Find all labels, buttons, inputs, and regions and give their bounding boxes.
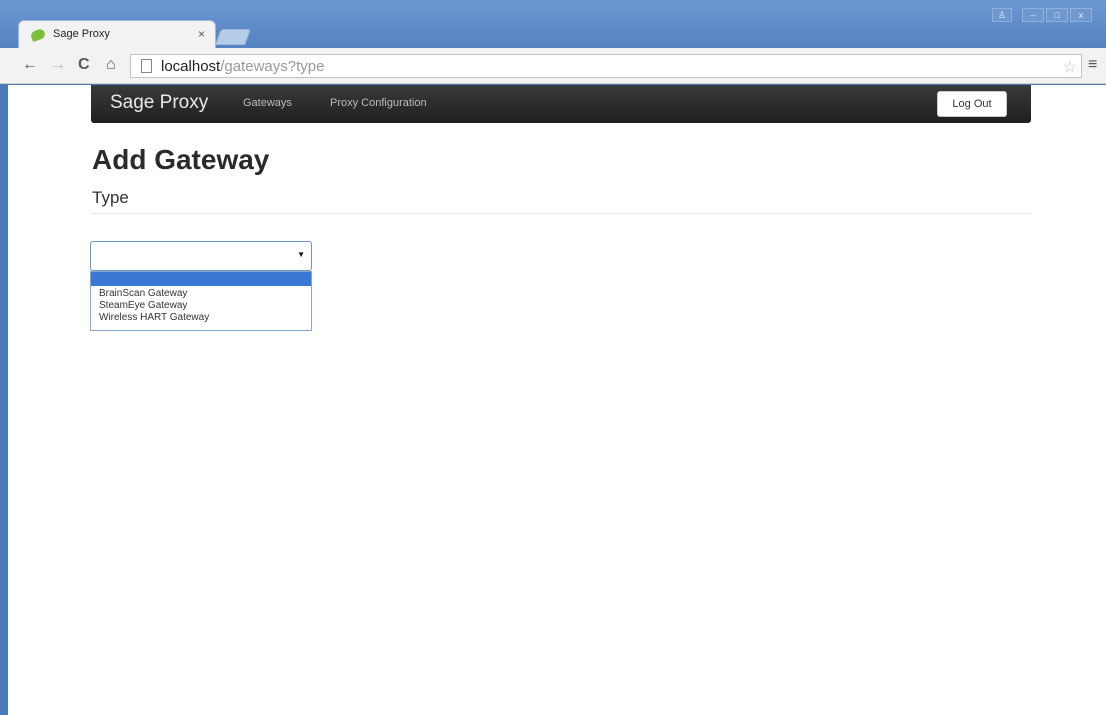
- browser-menu-icon[interactable]: ≡: [1088, 56, 1097, 74]
- tab-close-icon[interactable]: ×: [198, 27, 205, 41]
- page-icon: [141, 59, 152, 73]
- caret-down-icon[interactable]: ▼: [297, 250, 305, 259]
- back-icon[interactable]: ←: [22, 56, 38, 74]
- browser-window: ♙ – □ x Sage Proxy × ← → C ⌂ localhost/g…: [0, 0, 1106, 715]
- maximize-button[interactable]: □: [1046, 8, 1068, 22]
- url-host: localhost: [161, 58, 221, 75]
- tab-title: Sage Proxy: [53, 28, 110, 40]
- browser-toolbar: ← → C ⌂ localhost/gateways?type ☆: [0, 48, 1106, 84]
- dropdown-option-wireless-hart[interactable]: Wireless HART Gateway: [99, 312, 209, 324]
- minimize-button[interactable]: –: [1022, 8, 1044, 22]
- home-icon[interactable]: ⌂: [106, 56, 116, 74]
- user-profile-button[interactable]: ♙: [992, 8, 1012, 22]
- bookmark-star-icon[interactable]: ☆: [1063, 57, 1077, 77]
- type-heading: Type: [92, 188, 129, 207]
- close-window-button[interactable]: x: [1070, 8, 1092, 22]
- url-text: localhost/gateways?type: [161, 58, 324, 75]
- browser-tab[interactable]: Sage Proxy ×: [18, 20, 216, 48]
- window-controls: ♙ – □ x: [992, 8, 1092, 22]
- page-viewport: Sage Proxy Gateways Proxy Configuration …: [8, 85, 1106, 715]
- type-select[interactable]: ▼: [90, 241, 312, 271]
- divider: [91, 213, 1031, 214]
- new-tab-button[interactable]: [215, 29, 251, 45]
- nav-proxy-configuration-link[interactable]: Proxy Configuration: [330, 97, 427, 109]
- title-bar: ♙ – □ x Sage Proxy ×: [0, 0, 1106, 48]
- window-frame-edge: [0, 85, 8, 715]
- page-title: Add Gateway: [92, 144, 270, 175]
- dropdown-option-steameye[interactable]: SteamEye Gateway: [99, 300, 209, 312]
- forward-icon[interactable]: →: [50, 56, 66, 74]
- dropdown-options: BrainScan Gateway SteamEye Gateway Wirel…: [99, 288, 209, 324]
- reload-icon[interactable]: C: [78, 56, 90, 74]
- app-navbar: Sage Proxy Gateways Proxy Configuration …: [91, 85, 1031, 123]
- url-path: /gateways?type: [220, 58, 325, 75]
- log-out-button[interactable]: Log Out: [937, 91, 1007, 117]
- brand-link[interactable]: Sage Proxy: [110, 92, 208, 114]
- type-dropdown-list: BrainScan Gateway SteamEye Gateway Wirel…: [90, 271, 312, 331]
- dropdown-option-blank[interactable]: [91, 272, 311, 286]
- leaf-icon: [29, 27, 47, 43]
- nav-gateways-link[interactable]: Gateways: [243, 97, 292, 109]
- dropdown-option-brainscan[interactable]: BrainScan Gateway: [99, 288, 209, 300]
- address-bar[interactable]: localhost/gateways?type ☆: [130, 54, 1082, 78]
